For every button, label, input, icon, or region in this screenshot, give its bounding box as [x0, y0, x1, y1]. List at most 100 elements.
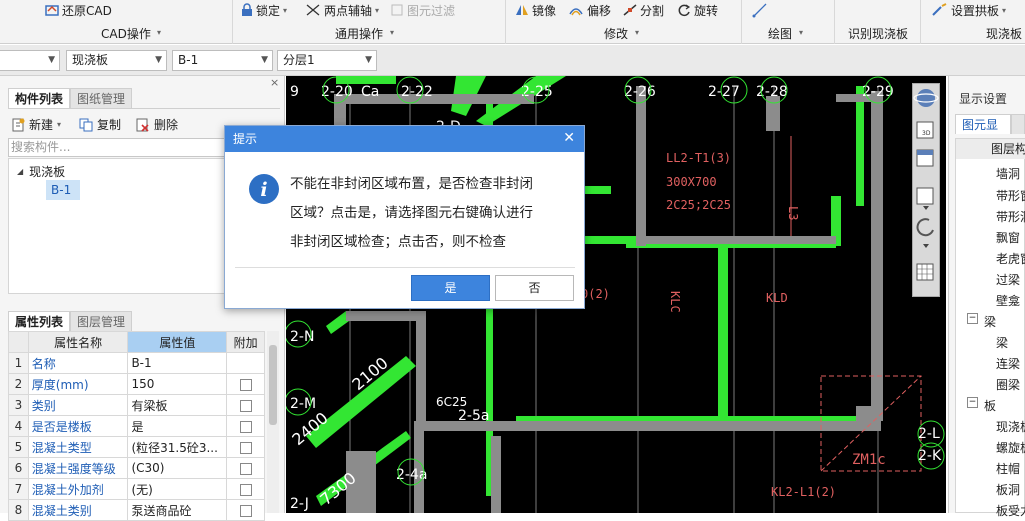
display-item[interactable]: 老虎窗: [996, 250, 1025, 267]
chevron-down-icon[interactable]: ▾: [799, 28, 803, 37]
table-row[interactable]: 2 厚度(mm) 150: [8, 373, 265, 395]
lock-button[interactable]: 锁定 ▾: [241, 2, 287, 18]
beam-label: ZM1c: [852, 452, 886, 468]
row-value[interactable]: 150: [127, 373, 228, 395]
table-row[interactable]: 5 混凝土类型 (粒径31.5砼3...: [8, 436, 265, 458]
display-item[interactable]: 壁龛: [996, 292, 1020, 309]
tab-layer-management[interactable]: 图层管理: [70, 311, 133, 331]
row-extra: [226, 352, 265, 374]
chevron-down-icon[interactable]: [923, 244, 929, 248]
property-tabs: 属性列表 图层管理: [8, 311, 133, 331]
display-item[interactable]: 带形窗: [996, 187, 1025, 204]
row-value[interactable]: (粒径31.5砼3...: [127, 436, 228, 458]
collapse-icon[interactable]: −: [967, 313, 978, 324]
chevron-down-icon[interactable]: ▾: [390, 28, 394, 37]
display-group-beam[interactable]: − 梁: [967, 313, 996, 330]
row-value[interactable]: 泵送商品砼: [127, 499, 228, 521]
row-checkbox[interactable]: [239, 483, 252, 496]
tab-element-display[interactable]: 图元显示: [955, 114, 1011, 152]
display-group-slab[interactable]: − 板: [967, 397, 996, 414]
row-checkbox[interactable]: [239, 420, 252, 433]
display-item[interactable]: 过梁: [996, 271, 1020, 288]
component-select-value: B-1: [178, 53, 199, 67]
display-item[interactable]: 飘窗: [996, 229, 1020, 246]
mirror-button[interactable]: 镜像: [515, 2, 556, 18]
chevron-down-icon[interactable]: ▾: [635, 28, 639, 37]
set-arch-button[interactable]: 设置拱板 ▾: [932, 2, 1006, 18]
type-select[interactable]: 现浇板 ▼: [66, 50, 167, 71]
top-view-icon[interactable]: [916, 149, 934, 167]
yes-button[interactable]: 是: [411, 275, 490, 301]
split-button[interactable]: 分割: [623, 2, 664, 18]
display-group-label: 梁: [984, 315, 997, 329]
table-row[interactable]: 7 混凝土外加剂 (无): [8, 478, 265, 500]
grid-view-icon[interactable]: [916, 263, 934, 281]
restore-cad-button[interactable]: 还原CAD: [45, 2, 112, 18]
close-icon[interactable]: ×: [270, 76, 279, 89]
element-filter-label: 图元过滤: [407, 3, 456, 18]
tab-component-list[interactable]: 构件列表: [8, 88, 71, 108]
row-checkbox[interactable]: [239, 504, 252, 517]
beam-label: LL2-T1(3): [666, 151, 731, 165]
info-icon: i: [249, 174, 279, 204]
row-checkbox[interactable]: [239, 462, 252, 475]
component-select[interactable]: B-1 ▼: [172, 50, 273, 71]
orbit-icon[interactable]: [913, 89, 939, 107]
rotate-view-icon[interactable]: [916, 218, 934, 237]
element-filter-button[interactable]: 图元过滤: [390, 2, 455, 18]
dialog-message-line: 不能在非封闭区域布置，是否检查非封闭: [290, 176, 533, 192]
layer-select[interactable]: 分层1 ▼: [277, 50, 377, 71]
delete-button[interactable]: 删除: [136, 116, 178, 133]
collapse-icon[interactable]: −: [967, 397, 978, 408]
display-item[interactable]: 板受力: [996, 502, 1025, 519]
new-button[interactable]: 新建 ▾: [12, 116, 61, 133]
table-row[interactable]: 3 类别 有梁板: [8, 394, 265, 416]
copy-button[interactable]: 复制: [79, 116, 121, 133]
front-view-icon[interactable]: [916, 187, 934, 205]
display-item[interactable]: 带形洞: [996, 208, 1025, 225]
row-checkbox[interactable]: [239, 378, 252, 391]
offset-button[interactable]: 偏移: [568, 2, 611, 18]
no-button[interactable]: 否: [495, 275, 574, 301]
row-checkbox[interactable]: [239, 399, 252, 412]
display-item[interactable]: 连梁: [996, 355, 1020, 372]
row-value[interactable]: 有梁板: [127, 394, 228, 416]
row-value[interactable]: (无): [127, 478, 228, 500]
rotate-button[interactable]: 旋转: [677, 2, 718, 18]
draw-line-button[interactable]: [752, 2, 768, 18]
tree-root-item[interactable]: ◢ 现浇板: [17, 163, 65, 180]
scrollbar-thumb[interactable]: [269, 345, 277, 425]
display-item[interactable]: 墙洞: [996, 165, 1020, 182]
chevron-down-icon[interactable]: [923, 206, 929, 210]
table-row[interactable]: 1 名称 B-1: [8, 352, 265, 374]
3d-view-icon[interactable]: 3D: [916, 121, 934, 139]
display-item[interactable]: 螺旋板: [996, 439, 1025, 456]
table-row[interactable]: 6 混凝土强度等级 (C30): [8, 457, 265, 479]
tab-property-list[interactable]: 属性列表: [8, 311, 71, 331]
svg-text:i: i: [260, 179, 267, 201]
display-item[interactable]: 圈梁: [996, 376, 1020, 393]
row-value[interactable]: 是: [127, 415, 228, 437]
two-point-axis-button[interactable]: 两点辅轴 ▾: [305, 2, 379, 18]
group-recognize-label[interactable]: 识别现浇板: [848, 25, 908, 42]
close-icon[interactable]: ✕: [563, 130, 575, 146]
row-value[interactable]: B-1: [127, 352, 228, 374]
display-item[interactable]: 梁: [996, 334, 1008, 351]
tab-divider: [8, 108, 280, 109]
category-select[interactable]: ▼: [0, 50, 60, 71]
display-group-label: 板: [984, 399, 997, 413]
chevron-down-icon[interactable]: ▾: [157, 28, 161, 37]
table-row[interactable]: 4 是否是楼板是: [8, 415, 265, 437]
display-item[interactable]: 柱帽: [996, 460, 1020, 477]
header-num: [8, 331, 29, 353]
row-value[interactable]: (C30): [127, 457, 228, 479]
table-row[interactable]: 8 混凝土类别 泵送商品砼: [8, 499, 265, 521]
row-checkbox[interactable]: [239, 441, 252, 454]
row-num: 2: [8, 373, 29, 395]
tab-other[interactable]: [1011, 114, 1025, 134]
tree-child-item[interactable]: B-1: [46, 180, 80, 200]
display-item[interactable]: 板洞: [996, 481, 1020, 498]
tab-drawing-management[interactable]: 图纸管理: [70, 88, 133, 108]
chevron-down-icon: ▼: [155, 55, 162, 65]
display-item[interactable]: 现浇板: [996, 418, 1025, 435]
